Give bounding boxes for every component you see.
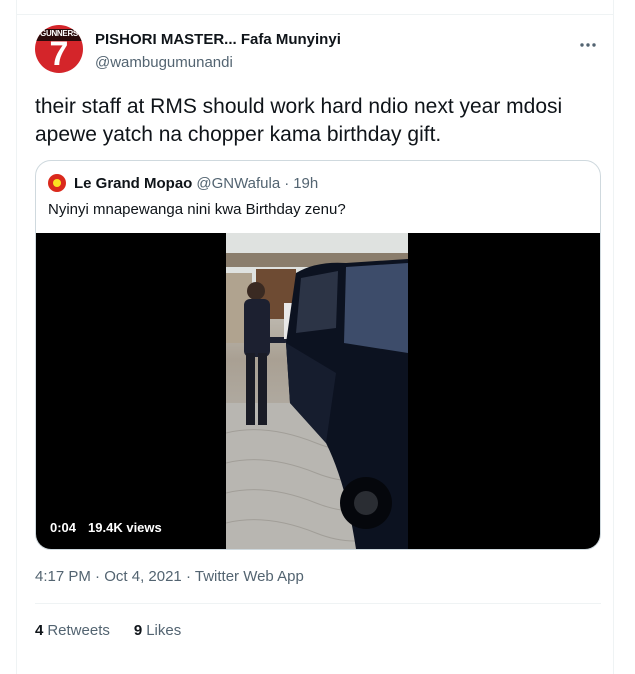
likes-label: Likes [146,622,182,639]
quoted-tweet[interactable]: Le Grand Mopao @GNWafula · 19h Nyinyi mn… [35,160,601,550]
meta-separator: · [95,568,105,585]
tweet-time[interactable]: 4:17 PM [35,568,91,585]
tweet-header: GUNNERS 7 PISHORI MASTER... Fafa Munyiny… [35,25,605,81]
author-name[interactable]: PISHORI MASTER... Fafa Munyinyi [95,31,341,48]
video-still [226,233,408,549]
quoted-text: Nyinyi mnapewanga nini kwa Birthday zenu… [48,201,346,218]
tweet-text: their staff at RMS should work hard ndio… [35,95,563,146]
more-horizontal-icon [580,43,596,47]
avatar-number: 7 [49,35,69,73]
tweet-card: GUNNERS 7 PISHORI MASTER... Fafa Munyiny… [16,14,614,674]
avatar[interactable]: GUNNERS 7 [35,25,83,73]
author-handle[interactable]: @wambugumunandi [95,54,233,71]
video-duration: 0:04 [50,520,77,535]
club-crest-icon [48,174,66,192]
divider [35,603,601,604]
likes-count: 9 [133,622,143,639]
retweets-stat[interactable]: 4 Retweets [35,622,110,639]
video-frame [226,233,408,549]
engagement-stats: 4 Retweets 9 Likes [35,622,181,639]
meta-separator: · [185,568,195,585]
tweet-date[interactable]: Oct 4, 2021 [104,568,182,585]
more-options-button[interactable] [571,35,605,55]
video-views: 19.4K views [88,520,162,535]
video-player[interactable]: 0:04 19.4K views [36,233,600,549]
quoted-author-name: Le Grand Mopao [74,174,193,192]
tweet-source[interactable]: Twitter Web App [195,568,304,585]
tweet-metadata: 4:17 PM · Oct 4, 2021 · Twitter Web App [35,568,304,585]
previous-tweet-edge [16,0,614,14]
video-stats: 0:04 19.4K views [50,520,162,535]
quoted-separator: · [284,174,290,192]
quoted-tweet-header: Le Grand Mopao @GNWafula · 19h [48,173,318,193]
retweets-count: 4 [35,622,44,639]
quoted-time: 19h [293,174,319,192]
likes-stat[interactable]: 9 Likes [134,622,181,639]
retweets-label: Retweets [47,622,110,639]
quoted-author-handle: @GNWafula [196,174,281,192]
